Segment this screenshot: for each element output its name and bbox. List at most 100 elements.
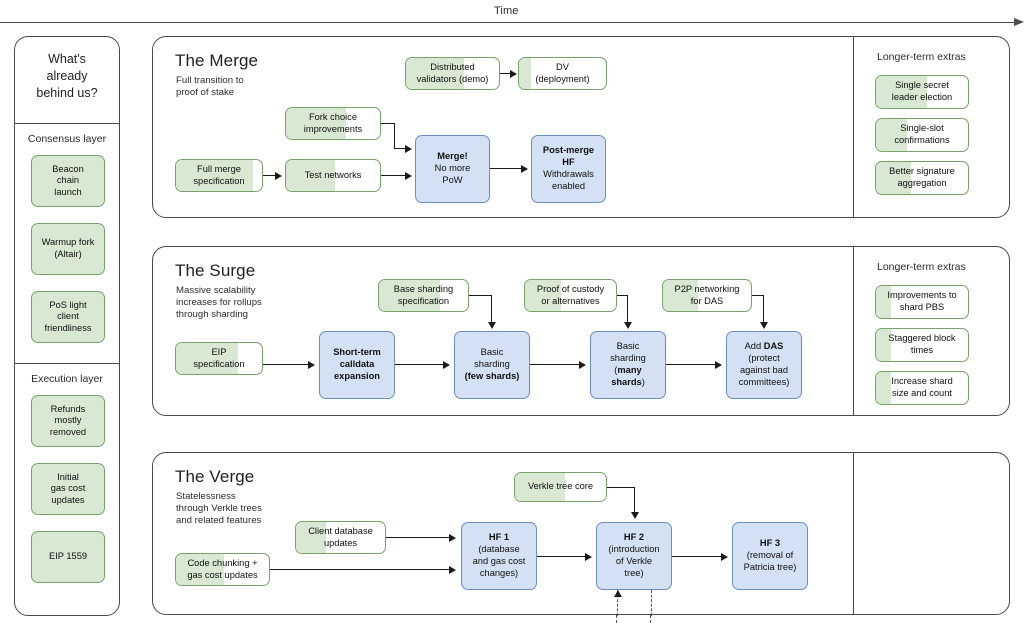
arrow-right-icon xyxy=(579,360,586,369)
node-dv-deployment[interactable]: DV (deployment) xyxy=(518,57,607,90)
sidebar-item-refunds-mostly-removed[interactable]: Refunds mostly removed xyxy=(31,395,105,447)
connector xyxy=(607,487,635,489)
sidebar-group-label-consensus: Consensus layer xyxy=(27,133,107,145)
arrow-right-icon xyxy=(449,565,456,574)
node-distributed-validators-demo[interactable]: Distributed validators (demo) xyxy=(405,57,500,90)
node-label: HF 1 (database and gas cost changes) xyxy=(472,532,526,578)
node-verkle-tree-core[interactable]: Verkle tree core xyxy=(514,472,607,502)
sidebar-item-eip-1559[interactable]: EIP 1559 xyxy=(31,531,105,583)
arrow-down-icon xyxy=(631,512,639,519)
extra-increase-shard-size-and-count[interactable]: Increase shard size and count xyxy=(875,371,969,405)
arrow-right-icon xyxy=(405,144,412,153)
connector xyxy=(386,537,449,539)
section-subtitle: Full transition to proof of stake xyxy=(176,75,244,99)
node-label: DV (deployment) xyxy=(535,61,590,84)
extra-label: Improvements to shard PBS xyxy=(887,290,957,312)
extra-single-slot-confirmations[interactable]: Single-slot confirmations xyxy=(875,118,969,152)
arrow-right-icon xyxy=(275,171,282,180)
node-basic-sharding-few-shards[interactable]: Basic sharding (few shards) xyxy=(454,331,530,399)
extra-improvements-to-shard-pbs[interactable]: Improvements to shard PBS xyxy=(875,285,969,319)
sidebar-item-warmup-fork-altair[interactable]: Warmup fork (Altair) xyxy=(31,223,105,275)
sidebar-divider-2 xyxy=(15,363,119,364)
node-client-database-updates[interactable]: Client database updates xyxy=(295,521,386,554)
arrow-right-icon xyxy=(721,552,728,561)
extra-label: Increase shard size and count xyxy=(891,376,953,398)
node-fork-choice-improvements[interactable]: Fork choice improvements xyxy=(285,107,381,140)
section-the-surge: The Surge Massive scalability increases f… xyxy=(152,246,1010,416)
arrow-down-icon xyxy=(624,322,632,329)
node-label: Base sharding specification xyxy=(393,283,454,306)
arrow-right-icon xyxy=(405,171,412,180)
sidebar-item-initial-gas-cost-updates[interactable]: Initial gas cost updates xyxy=(31,463,105,515)
dashed-connector-out xyxy=(651,590,652,616)
sidebar-item-label: Refunds mostly removed xyxy=(49,403,87,437)
connector xyxy=(537,556,585,558)
node-label: Proof of custody or alternatives xyxy=(536,283,605,306)
sidebar-heading-line3: behind us? xyxy=(36,86,98,100)
node-test-networks[interactable]: Test networks xyxy=(285,159,381,192)
node-base-sharding-specification[interactable]: Base sharding specification xyxy=(378,279,469,312)
node-post-merge-hf[interactable]: Post-merge HF Withdrawals enabled xyxy=(531,135,606,203)
dashed-connector-out-tail xyxy=(650,615,651,623)
node-merge-milestone[interactable]: Merge! No more PoW xyxy=(415,135,490,203)
node-label: HF 3 (removal of Patricia tree) xyxy=(743,538,797,572)
connector xyxy=(763,295,765,323)
node-eip-specification[interactable]: EIP specification xyxy=(175,342,263,375)
arrow-up-icon xyxy=(614,590,622,597)
node-code-chunking-gas-cost-updates[interactable]: Code chunking + gas cost updates xyxy=(175,553,270,586)
extra-single-secret-leader-election[interactable]: Single secret leader election xyxy=(875,75,969,109)
connector xyxy=(395,364,443,366)
section-title: The Merge xyxy=(175,51,259,70)
extra-staggered-block-times[interactable]: Staggered block times xyxy=(875,328,969,362)
extra-label: Single secret leader election xyxy=(891,80,953,102)
node-label: Merge! No more PoW xyxy=(434,151,471,185)
extras-title: Longer-term extras xyxy=(877,261,966,273)
node-label: Test networks xyxy=(304,169,362,180)
connector xyxy=(672,556,721,558)
node-label: Full merge specification xyxy=(193,163,245,186)
node-label: Basic sharding (many shards) xyxy=(610,341,646,387)
node-basic-sharding-many-shards[interactable]: Basic sharding (many shards) xyxy=(590,331,666,399)
arrow-down-icon xyxy=(760,322,768,329)
time-axis xyxy=(0,18,1024,26)
sidebar-heading: What's already behind us? xyxy=(15,37,119,102)
node-hf-3[interactable]: HF 3 (removal of Patricia tree) xyxy=(732,522,808,590)
arrow-right-icon xyxy=(443,360,450,369)
node-short-term-calldata-expansion[interactable]: Short-term calldata expansion xyxy=(319,331,395,399)
arrow-right-icon xyxy=(308,360,315,369)
node-hf-1[interactable]: HF 1 (database and gas cost changes) xyxy=(461,522,537,590)
sidebar-item-label: Beacon chain launch xyxy=(52,163,84,197)
connector xyxy=(491,295,493,323)
node-label: Verkle tree core xyxy=(527,481,594,492)
node-label: Basic sharding (few shards) xyxy=(464,347,520,381)
section-divider xyxy=(853,247,854,415)
section-divider xyxy=(853,37,854,217)
sidebar-heading-line2: already xyxy=(46,69,88,83)
connector xyxy=(270,569,449,571)
extras-title: Longer-term extras xyxy=(877,51,966,63)
node-label: Add DAS (protect against bad committees) xyxy=(738,341,790,387)
sidebar-item-beacon-chain-launch[interactable]: Beacon chain launch xyxy=(31,155,105,207)
connector xyxy=(394,123,396,149)
section-title: The Verge xyxy=(175,467,255,486)
extra-better-signature-aggregation[interactable]: Better signature aggregation xyxy=(875,161,969,195)
section-title: The Surge xyxy=(175,261,256,280)
time-axis-line xyxy=(0,22,1014,23)
sidebar-item-label: Initial gas cost updates xyxy=(50,471,86,505)
connector xyxy=(530,364,579,366)
sidebar-divider-1 xyxy=(15,123,119,124)
connector xyxy=(627,295,629,323)
node-proof-of-custody-or-alternatives[interactable]: Proof of custody or alternatives xyxy=(524,279,617,312)
node-hf-2[interactable]: HF 2 (introduction of Verkle tree) xyxy=(596,522,672,590)
node-label: EIP specification xyxy=(193,346,245,369)
connector xyxy=(469,295,492,297)
node-full-merge-specification[interactable]: Full merge specification xyxy=(175,159,263,192)
connector xyxy=(490,168,522,170)
sidebar-item-pos-light-client-friendliness[interactable]: PoS light client friendliness xyxy=(31,291,105,343)
node-add-das[interactable]: Add DAS (protect against bad committees) xyxy=(726,331,802,399)
node-label: Post-merge HF Withdrawals enabled xyxy=(542,145,595,191)
extra-label: Staggered block times xyxy=(888,333,956,355)
node-p2p-networking-for-das[interactable]: P2P networking for DAS xyxy=(662,279,752,312)
arrow-right-icon xyxy=(449,533,456,542)
progress-fill xyxy=(519,58,532,89)
